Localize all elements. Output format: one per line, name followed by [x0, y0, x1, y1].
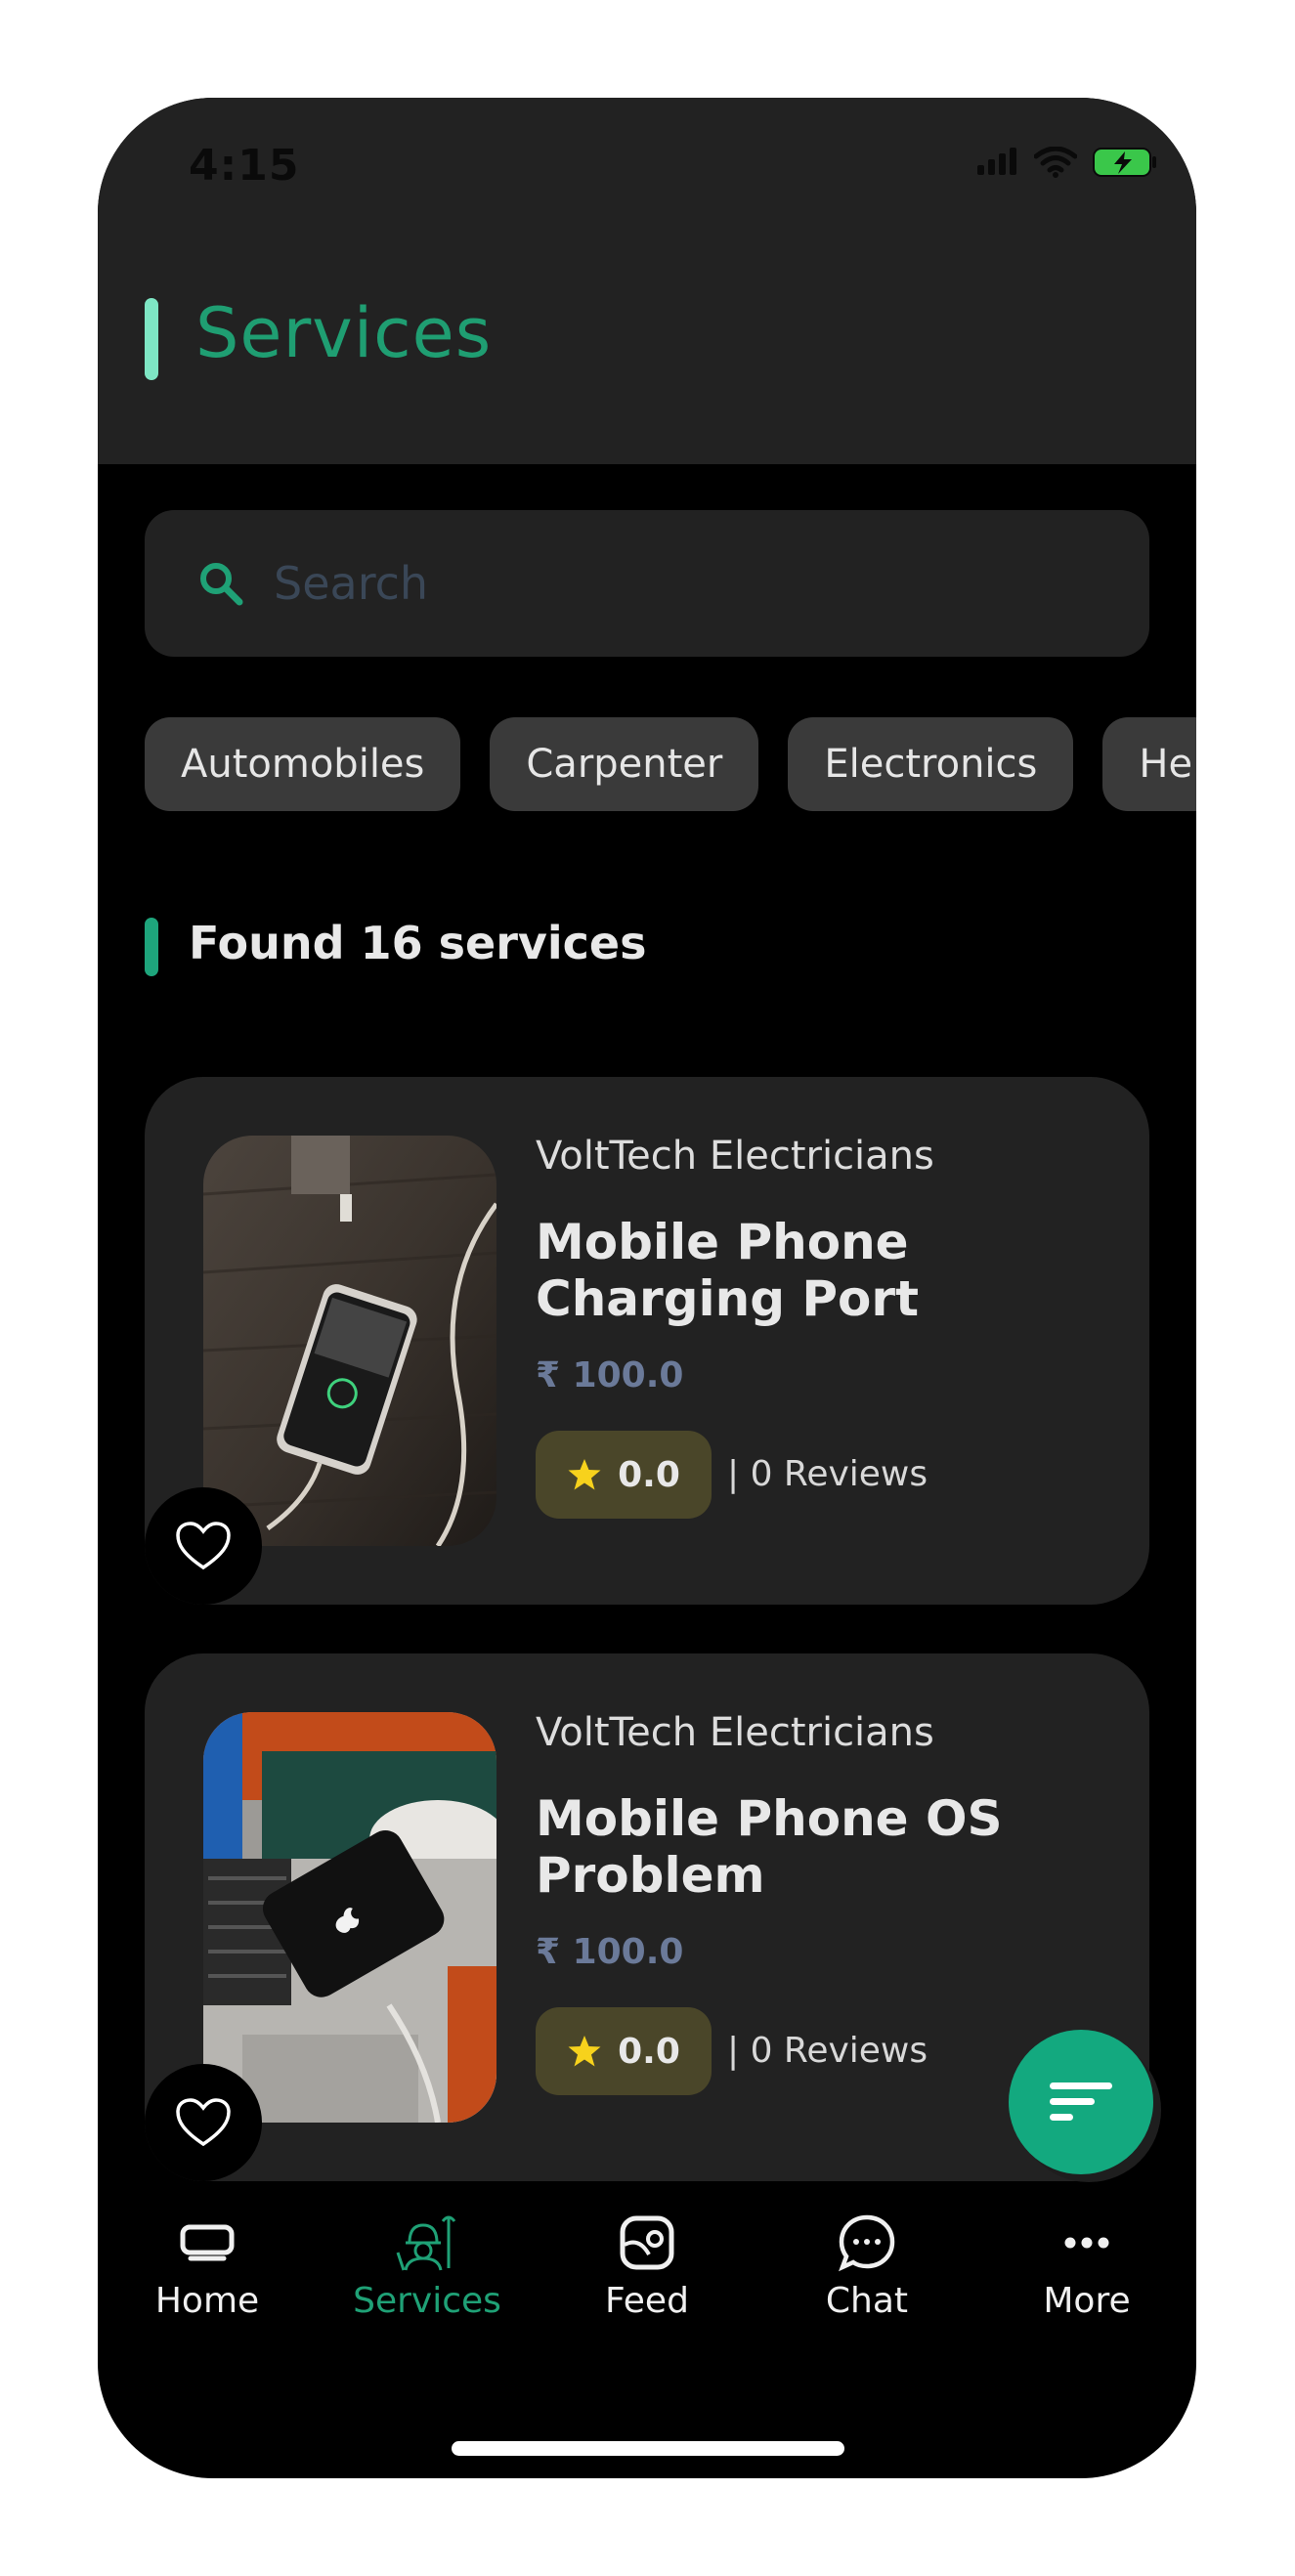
heart-icon	[176, 1522, 231, 1570]
rating-value: 0.0	[618, 2031, 680, 2072]
service-price: ₹ 100.0	[536, 1932, 684, 1972]
category-chip-partial[interactable]: He	[1102, 717, 1196, 811]
bottom-nav: Home Services Feed Chat More	[98, 2179, 1196, 2355]
service-image-charging-port	[203, 1136, 496, 1546]
review-count: | 0 Reviews	[727, 1454, 928, 1494]
nav-label-home: Home	[154, 2281, 260, 2321]
nav-label-services: Services	[353, 2281, 501, 2321]
filter-fab[interactable]	[1009, 2030, 1153, 2174]
battery-icon	[1093, 148, 1156, 177]
rating-badge: 0.0	[536, 2007, 712, 2095]
review-count: | 0 Reviews	[727, 2031, 928, 2071]
status-icons	[975, 147, 1157, 178]
rating-value: 0.0	[618, 1454, 680, 1495]
service-provider: VoltTech Electricians	[536, 1710, 934, 1755]
more-icon	[1064, 2237, 1109, 2249]
category-chip-carpenter[interactable]: Carpenter	[490, 717, 759, 811]
search-box[interactable]	[145, 510, 1149, 657]
feed-icon	[620, 2215, 674, 2270]
status-time: 4:15	[189, 141, 300, 191]
search-icon	[200, 563, 243, 606]
search-input[interactable]	[272, 556, 1058, 611]
home-indicator	[452, 2441, 844, 2456]
star-icon	[568, 1459, 601, 1490]
heart-icon	[176, 2098, 231, 2147]
app-bar: 4:15 Services	[98, 98, 1196, 464]
signal-icon	[977, 148, 1016, 175]
service-card[interactable]: VoltTech Electricians Mobile Phone OS Pr…	[145, 1653, 1149, 2181]
service-price: ₹ 100.0	[536, 1355, 684, 1395]
phone-screen: 4:15 Services Search Automobiles Carpent…	[98, 98, 1196, 2478]
star-icon	[568, 2036, 601, 2067]
title-accent-bar	[145, 298, 158, 380]
nav-item-home[interactable]: Home	[109, 2209, 305, 2321]
favorite-button[interactable]	[145, 2064, 262, 2181]
nav-label-feed: Feed	[605, 2281, 689, 2321]
found-accent-bar	[145, 918, 158, 976]
service-card[interactable]: VoltTech Electricians Mobile Phone Charg…	[145, 1077, 1149, 1605]
nav-label-more: More	[1043, 2281, 1131, 2321]
nav-item-services[interactable]: Services	[329, 2209, 525, 2321]
home-icon	[180, 2224, 235, 2261]
category-chips: Automobiles Carpenter Electronics He	[145, 717, 1196, 811]
services-icon	[396, 2215, 456, 2271]
service-name: Mobile Phone OS Problem	[536, 1790, 1003, 1904]
nav-item-chat[interactable]: Chat	[769, 2209, 965, 2321]
favorite-button[interactable]	[145, 1487, 262, 1605]
category-chip-automobiles[interactable]: Automobiles	[145, 717, 461, 811]
service-provider: VoltTech Electricians	[536, 1134, 934, 1179]
nav-item-feed[interactable]: Feed	[549, 2209, 745, 2321]
results-count: Found 16 services	[189, 917, 647, 969]
nav-label-chat: Chat	[825, 2281, 909, 2321]
page-title: Services	[195, 293, 493, 373]
wifi-icon	[1034, 147, 1077, 178]
category-chip-electronics[interactable]: Electronics	[788, 717, 1074, 811]
rating-badge: 0.0	[536, 1431, 712, 1519]
nav-item-more[interactable]: More	[989, 2209, 1185, 2321]
filter-icon	[1050, 2082, 1112, 2121]
service-name: Mobile Phone Charging Port	[536, 1214, 919, 1327]
chat-icon	[839, 2214, 895, 2272]
service-image-os-problem	[203, 1712, 496, 2123]
